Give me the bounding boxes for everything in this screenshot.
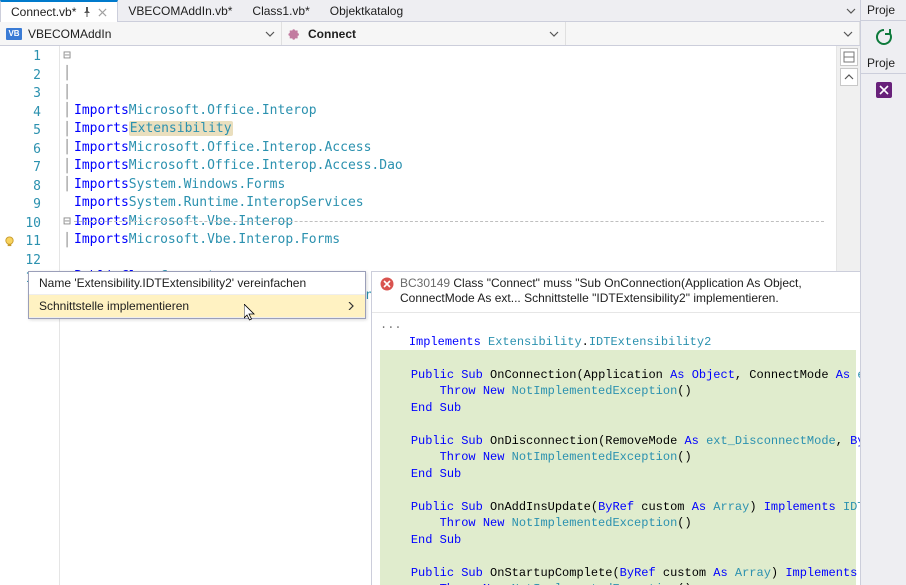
split-editor-button[interactable] xyxy=(840,48,858,66)
scroll-up-button[interactable] xyxy=(840,68,858,86)
split-icon xyxy=(843,51,855,63)
fold-toggle xyxy=(60,194,74,213)
fold-toggle: │ xyxy=(60,120,74,139)
fold-toggle: │ xyxy=(60,83,74,102)
preview-header: BC30149 Class "Connect" muss "Sub OnConn… xyxy=(372,272,860,313)
tab-overflow-dropdown[interactable] xyxy=(842,0,860,21)
chevron-down-icon xyxy=(843,29,853,39)
quick-action-simplify-name[interactable]: Name 'Extensibility.IDTExtensibility2' v… xyxy=(29,272,365,295)
nav-type-dropdown[interactable]: Connect xyxy=(282,22,566,45)
quick-action-label: Name 'Extensibility.IDTExtensibility2' v… xyxy=(39,276,306,290)
code-line[interactable]: ImportsExtensibility xyxy=(74,120,836,139)
nav-member-dropdown[interactable] xyxy=(566,22,860,45)
code-line[interactable]: ImportsSystem.Runtime.InteropServices xyxy=(74,194,836,213)
chevron-right-icon xyxy=(347,302,355,310)
side-tab-label: Proje xyxy=(867,3,895,17)
code-line[interactable]: ImportsSystem.Windows.Forms xyxy=(74,176,836,195)
tab-label: VBECOMAddIn.vb* xyxy=(128,4,232,18)
fold-toggle: │ xyxy=(60,157,74,176)
puzzle-icon xyxy=(288,27,302,41)
side-tab-projektmappe[interactable]: Proje xyxy=(861,0,906,21)
fold-toggle: │ xyxy=(60,231,74,250)
tab-label: Class1.vb* xyxy=(252,4,309,18)
nav-namespace-text: VBECOMAddIn xyxy=(28,27,259,41)
chevron-down-icon xyxy=(846,6,856,16)
error-message: Class "Connect" muss "Sub OnConnection(A… xyxy=(400,276,802,305)
chevron-up-icon xyxy=(844,72,854,82)
tab-vbecomaddin-vb[interactable]: VBECOMAddIn.vb* xyxy=(118,0,242,21)
code-line[interactable]: ImportsMicrosoft.Office.Interop.Access xyxy=(74,139,836,158)
side-toolwindow-strip: Proje Proje xyxy=(860,0,906,585)
code-editor[interactable]: 12345678910111213 ⊟│││││││⊟│ ImportsMicr… xyxy=(0,46,860,585)
quick-action-implement-interface[interactable]: Schnittstelle implementieren xyxy=(29,295,365,318)
navigation-bar: VB VBECOMAddIn Connect xyxy=(0,22,860,46)
side-tab-label: Proje xyxy=(867,56,895,70)
close-icon[interactable] xyxy=(98,8,107,17)
fold-toggle[interactable]: ⊟ xyxy=(60,46,74,65)
code-line[interactable]: ImportsMicrosoft.Office.Interop.Access.D… xyxy=(74,157,836,176)
fold-toggle[interactable]: ⊟ xyxy=(60,213,74,232)
chevron-down-icon xyxy=(549,29,559,39)
preview-body[interactable]: ... Implements Extensibility.IDTExtensib… xyxy=(372,313,860,585)
mouse-cursor-icon xyxy=(244,304,257,322)
fold-toggle xyxy=(60,250,74,269)
vb-badge-icon: VB xyxy=(6,28,22,40)
vs-purple-icon[interactable] xyxy=(874,80,894,100)
chevron-down-icon xyxy=(265,29,275,39)
fold-toggle: │ xyxy=(60,102,74,121)
tab-label: Connect.vb* xyxy=(11,5,76,19)
region-separator xyxy=(74,221,824,222)
pin-icon xyxy=(82,7,92,17)
lightbulb-icon[interactable] xyxy=(4,236,15,247)
code-line[interactable]: ImportsMicrosoft.Office.Interop xyxy=(74,102,836,121)
error-code: BC30149 xyxy=(400,276,450,290)
fold-toggle: │ xyxy=(60,65,74,84)
error-icon xyxy=(380,277,394,291)
tab-objektkatalog[interactable]: Objektkatalog xyxy=(320,0,413,21)
code-line[interactable]: ImportsMicrosoft.Vbe.Interop.Forms xyxy=(74,231,836,250)
side-tab-projektmappe-2[interactable]: Proje xyxy=(861,53,906,74)
code-line[interactable] xyxy=(74,250,836,269)
tab-label: Objektkatalog xyxy=(330,4,403,18)
error-text: BC30149 Class "Connect" muss "Sub OnConn… xyxy=(400,276,852,306)
document-tabs: Connect.vb* VBECOMAddIn.vb* Class1.vb* O… xyxy=(0,0,860,22)
code-fix-preview-panel: BC30149 Class "Connect" muss "Sub OnConn… xyxy=(371,271,860,585)
tab-class1-vb[interactable]: Class1.vb* xyxy=(242,0,319,21)
refresh-icon[interactable] xyxy=(874,27,894,47)
nav-namespace-dropdown[interactable]: VB VBECOMAddIn xyxy=(0,22,282,45)
quick-action-label: Schnittstelle implementieren xyxy=(39,299,189,313)
tab-connect-vb[interactable]: Connect.vb* xyxy=(0,0,118,22)
quick-actions-popup: Name 'Extensibility.IDTExtensibility2' v… xyxy=(28,271,366,319)
fold-toggle: │ xyxy=(60,176,74,195)
fold-toggle: │ xyxy=(60,139,74,158)
nav-type-text: Connect xyxy=(308,27,543,41)
